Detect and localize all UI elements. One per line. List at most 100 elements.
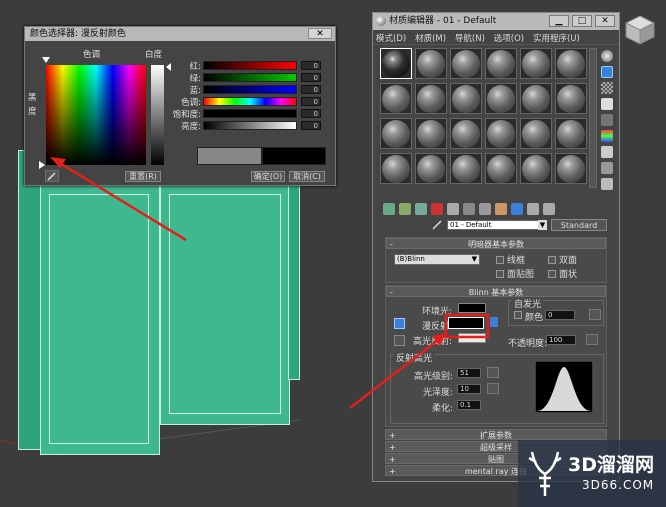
material-navigator-icon[interactable] bbox=[601, 178, 613, 190]
put-to-scene-icon[interactable] bbox=[399, 203, 411, 215]
material-name-field[interactable]: 01 - Default bbox=[447, 220, 547, 230]
maximize-icon[interactable]: □ bbox=[572, 15, 592, 27]
menu-material[interactable]: 材质(M) bbox=[412, 30, 449, 46]
slot-scrollbar[interactable] bbox=[589, 48, 597, 188]
door-model[interactable] bbox=[18, 150, 42, 450]
green-spinner[interactable]: 0 bbox=[301, 73, 321, 82]
faceted-checkbox[interactable]: 面状 bbox=[548, 267, 577, 280]
red-slider[interactable] bbox=[203, 61, 297, 70]
sample-slot[interactable] bbox=[450, 153, 482, 184]
show-map-icon[interactable] bbox=[495, 203, 507, 215]
sample-slot[interactable] bbox=[450, 83, 482, 114]
shader-dropdown[interactable]: (B)Blinn ▼ bbox=[394, 254, 480, 265]
sample-slot[interactable] bbox=[450, 48, 482, 79]
self-illum-map-button[interactable] bbox=[589, 309, 601, 320]
diffuse-swatch[interactable] bbox=[448, 317, 484, 329]
value-slider[interactable] bbox=[203, 121, 297, 130]
put-to-library-icon[interactable] bbox=[463, 203, 475, 215]
specular-swatch[interactable] bbox=[458, 333, 486, 343]
reset-button[interactable]: 重置(R) bbox=[125, 171, 161, 182]
menu-options[interactable]: 选项(O) bbox=[491, 30, 527, 46]
select-by-material-icon[interactable] bbox=[601, 162, 613, 174]
self-illum-color-checkbox[interactable] bbox=[514, 311, 522, 319]
saturation-spinner[interactable]: 0 bbox=[301, 109, 321, 118]
diffuse-map-button[interactable] bbox=[490, 317, 498, 327]
hue-blackness-field[interactable] bbox=[46, 65, 146, 165]
hue-marker[interactable] bbox=[42, 57, 50, 63]
menu-navigation[interactable]: 导航(N) bbox=[452, 30, 488, 46]
sample-slot[interactable] bbox=[520, 153, 552, 184]
rollout-header[interactable]: - Blinn 基本参数 bbox=[386, 286, 606, 297]
sample-slot[interactable] bbox=[415, 48, 447, 79]
sample-type-icon[interactable] bbox=[601, 50, 613, 62]
blue-slider[interactable] bbox=[203, 85, 297, 94]
self-illum-spinner[interactable]: 0 bbox=[545, 310, 575, 320]
green-slider[interactable] bbox=[203, 73, 297, 82]
red-spinner[interactable]: 0 bbox=[301, 61, 321, 70]
make-preview-icon[interactable] bbox=[601, 130, 613, 142]
eyedropper-icon[interactable] bbox=[431, 219, 443, 231]
menu-utilities[interactable]: 实用程序(U) bbox=[530, 30, 583, 46]
sample-slot[interactable] bbox=[520, 48, 552, 79]
reset-map-icon[interactable] bbox=[431, 203, 443, 215]
eyedropper-icon[interactable] bbox=[45, 170, 59, 182]
channel-red[interactable]: 红: 0 bbox=[165, 60, 335, 72]
minimize-icon[interactable]: ▁ bbox=[549, 15, 569, 27]
sample-slot[interactable] bbox=[415, 118, 447, 149]
opacity-map-button[interactable] bbox=[586, 334, 598, 345]
blackness-marker[interactable] bbox=[39, 161, 45, 169]
sample-slot[interactable] bbox=[415, 153, 447, 184]
opacity-spinner[interactable]: 100 bbox=[546, 335, 576, 345]
two-sided-checkbox[interactable]: 双面 bbox=[548, 253, 577, 266]
cancel-button[interactable]: 取消(C) bbox=[289, 171, 325, 182]
color-picker-dialog[interactable]: 颜色选择器: 漫反射颜色 ✕ 色调 白度 黑度 红: 0 绿: 0 蓝: 0 色… bbox=[24, 26, 336, 186]
sample-slot[interactable] bbox=[485, 153, 517, 184]
sample-slot[interactable] bbox=[555, 153, 587, 184]
material-type-button[interactable]: Standard bbox=[551, 219, 607, 231]
go-forward-icon[interactable] bbox=[543, 203, 555, 215]
value-spinner[interactable]: 0 bbox=[301, 121, 321, 130]
channel-saturation[interactable]: 饱和度: 0 bbox=[165, 108, 335, 120]
get-material-icon[interactable] bbox=[383, 203, 395, 215]
spec-level-map-button[interactable] bbox=[487, 367, 499, 378]
sample-slot[interactable] bbox=[520, 118, 552, 149]
wire-checkbox[interactable]: 线框 bbox=[496, 253, 525, 266]
hue-spinner[interactable]: 0 bbox=[301, 97, 321, 106]
close-icon[interactable]: ✕ bbox=[308, 28, 332, 39]
ok-button[interactable]: 确定(O) bbox=[251, 171, 285, 182]
close-icon[interactable]: ✕ bbox=[595, 15, 615, 27]
options-icon[interactable] bbox=[601, 146, 613, 158]
uv-tiling-icon[interactable] bbox=[601, 98, 613, 110]
sample-slot[interactable] bbox=[520, 83, 552, 114]
make-unique-icon[interactable] bbox=[447, 203, 459, 215]
channel-value[interactable]: 亮度: 0 bbox=[165, 120, 335, 132]
sample-slot[interactable] bbox=[380, 153, 412, 184]
sample-slot[interactable] bbox=[380, 48, 412, 79]
soften-spinner[interactable]: 0.1 bbox=[457, 400, 481, 410]
saturation-slider[interactable] bbox=[203, 109, 297, 118]
assign-material-icon[interactable] bbox=[415, 203, 427, 215]
sample-slot[interactable] bbox=[380, 118, 412, 149]
material-editor-window[interactable]: 材质编辑器 - 01 - Default ▁ □ ✕ 模式(D) 材质(M) 导… bbox=[372, 12, 620, 482]
channel-hue[interactable]: 色调: 0 bbox=[165, 96, 335, 108]
sample-slot[interactable] bbox=[485, 83, 517, 114]
show-end-result-icon[interactable] bbox=[511, 203, 523, 215]
go-to-parent-icon[interactable] bbox=[527, 203, 539, 215]
hue-slider[interactable] bbox=[203, 97, 297, 106]
sample-slot[interactable] bbox=[450, 118, 482, 149]
face-map-checkbox[interactable]: 面贴图 bbox=[496, 267, 534, 280]
sample-slot[interactable] bbox=[555, 118, 587, 149]
door-left-panel[interactable] bbox=[40, 185, 160, 455]
glossiness-map-button[interactable] bbox=[487, 383, 499, 394]
channel-green[interactable]: 绿: 0 bbox=[165, 72, 335, 84]
spec-level-spinner[interactable]: 51 bbox=[457, 368, 481, 378]
sample-slot[interactable] bbox=[415, 83, 447, 114]
ambient-swatch[interactable] bbox=[458, 303, 486, 313]
sample-slot[interactable] bbox=[555, 48, 587, 79]
material-id-icon[interactable] bbox=[479, 203, 491, 215]
menu-mode[interactable]: 模式(D) bbox=[373, 30, 409, 46]
sample-slot[interactable] bbox=[555, 83, 587, 114]
whiteness-slider[interactable] bbox=[151, 65, 164, 165]
blue-spinner[interactable]: 0 bbox=[301, 85, 321, 94]
door-right-panel[interactable] bbox=[160, 185, 290, 425]
